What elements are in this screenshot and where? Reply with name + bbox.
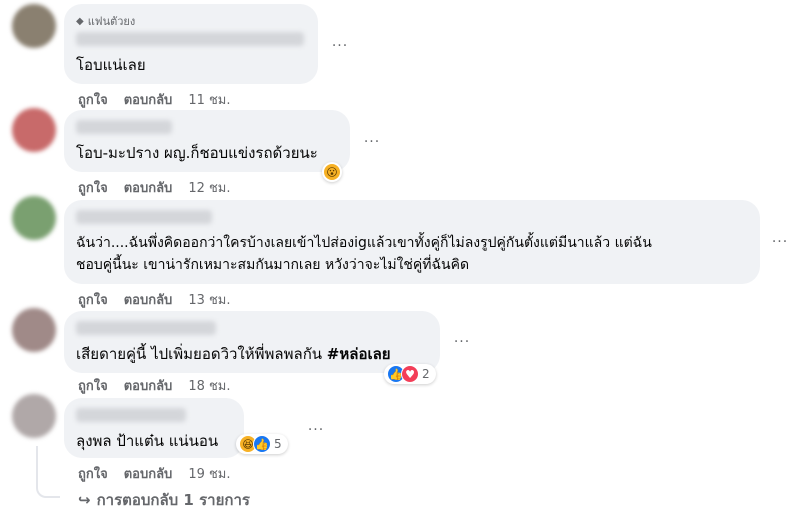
comment-actions: ถูกใจ ตอบกลับ 18 ชม. xyxy=(78,375,231,396)
more-options-icon[interactable]: ··· xyxy=(326,36,354,56)
fan-badge: ◆ แฟนตัวยง xyxy=(76,12,306,30)
comment-text-line-2: ชอบคู่นี้นะ เขาน่ารักเหมาะสมกันมากเลย หว… xyxy=(76,257,470,273)
comment-text-line-1: ฉันว่า....ฉันพึ่งคิดออกว่าใครบ้างเลยเข้า… xyxy=(76,235,652,251)
more-options-icon[interactable]: ··· xyxy=(448,332,476,352)
avatar[interactable] xyxy=(12,394,56,438)
comment-actions: ถูกใจ ตอบกลับ 13 ชม. xyxy=(78,289,231,310)
love-reaction-icon: ♥ xyxy=(401,365,419,383)
comment-bubble: เสียดายคู่นี้ ไปเพิ่มยอดวิวให้พี่พลพลกัน… xyxy=(64,311,440,373)
more-options-icon[interactable]: ··· xyxy=(766,232,794,252)
comment-text: ลุงพล ป้าแต๋น แน่นอน xyxy=(76,432,219,450)
comment-actions: ถูกใจ ตอบกลับ 19 ชม. xyxy=(78,463,231,484)
commenter-name[interactable] xyxy=(76,120,172,134)
comment-bubble: ลุงพล ป้าแต๋น แน่นอน xyxy=(64,398,244,458)
diamond-icon: ◆ xyxy=(76,15,84,27)
more-options-icon[interactable]: ··· xyxy=(358,132,386,152)
reaction-summary[interactable]: 😆 👍 5 xyxy=(236,434,288,454)
reaction-count: 5 xyxy=(274,437,282,451)
hashtag-link[interactable]: #หล่อเลย xyxy=(327,345,391,363)
comment-text: โอบ-มะปราง ผญ.ก็ชอบแข่งรถด้วยนะ xyxy=(76,144,318,162)
avatar[interactable] xyxy=(12,308,56,352)
like-button[interactable]: ถูกใจ xyxy=(78,463,108,484)
commenter-name[interactable] xyxy=(76,408,186,422)
timestamp[interactable]: 19 ชม. xyxy=(188,463,230,484)
avatar[interactable] xyxy=(12,196,56,240)
reply-arrow-icon: ↪ xyxy=(78,491,91,509)
timestamp[interactable]: 12 ชม. xyxy=(188,177,230,198)
timestamp[interactable]: 13 ชม. xyxy=(188,289,230,310)
reaction-count: 2 xyxy=(422,367,430,381)
fan-badge-label: แฟนตัวยง xyxy=(87,15,136,28)
like-button[interactable]: ถูกใจ xyxy=(78,177,108,198)
thread-connector xyxy=(36,446,60,498)
view-replies-link[interactable]: ↪ การตอบกลับ 1 รายการ xyxy=(78,488,250,512)
commenter-name[interactable] xyxy=(76,210,212,224)
commenter-name[interactable] xyxy=(76,32,304,46)
like-button[interactable]: ถูกใจ xyxy=(78,89,108,110)
reaction-summary[interactable]: 😮 xyxy=(322,162,342,182)
wow-icon: 😮 xyxy=(323,163,341,181)
like-button[interactable]: ถูกใจ xyxy=(78,289,108,310)
comment-actions: ถูกใจ ตอบกลับ 12 ชม. xyxy=(78,177,231,198)
like-reaction-icon: 👍 xyxy=(253,435,271,453)
reply-button[interactable]: ตอบกลับ xyxy=(124,177,173,198)
reply-button[interactable]: ตอบกลับ xyxy=(124,375,173,396)
timestamp[interactable]: 18 ชม. xyxy=(188,375,230,396)
comment-text: โอบแน่เลย xyxy=(76,56,146,74)
comment-text: เสียดายคู่นี้ ไปเพิ่มยอดวิวให้พี่พลพลกัน… xyxy=(76,343,428,365)
reply-button[interactable]: ตอบกลับ xyxy=(124,89,173,110)
comment-body: เสียดายคู่นี้ ไปเพิ่มยอดวิวให้พี่พลพลกัน xyxy=(76,345,327,363)
more-options-icon[interactable]: ··· xyxy=(302,420,330,440)
comment-actions: ถูกใจ ตอบกลับ 11 ชม. xyxy=(78,89,231,110)
timestamp[interactable]: 11 ชม. xyxy=(188,89,230,110)
commenter-name[interactable] xyxy=(76,321,216,335)
comment-bubble: ฉันว่า....ฉันพึ่งคิดออกว่าใครบ้างเลยเข้า… xyxy=(64,200,760,284)
reaction-summary[interactable]: 👍 ♥ 2 xyxy=(384,364,436,384)
avatar[interactable] xyxy=(12,4,56,48)
reply-button[interactable]: ตอบกลับ xyxy=(124,463,173,484)
reply-button[interactable]: ตอบกลับ xyxy=(124,289,173,310)
comment-bubble: ◆ แฟนตัวยง โอบแน่เลย xyxy=(64,4,318,84)
comment-bubble: โอบ-มะปราง ผญ.ก็ชอบแข่งรถด้วยนะ xyxy=(64,110,350,172)
like-button[interactable]: ถูกใจ xyxy=(78,375,108,396)
view-replies-label: การตอบกลับ 1 รายการ xyxy=(96,491,250,509)
avatar[interactable] xyxy=(12,108,56,152)
